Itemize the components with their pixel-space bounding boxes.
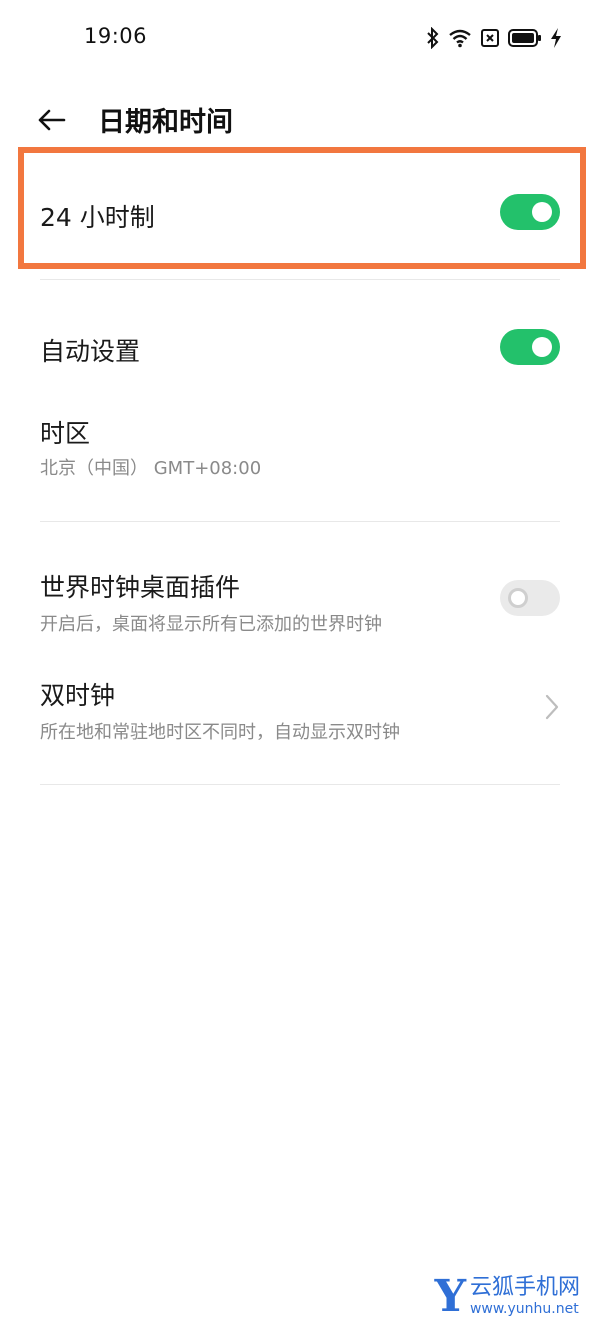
status-icons bbox=[426, 26, 562, 50]
dual-clock-description: 所在地和常驻地时区不同时，自动显示双时钟 bbox=[40, 722, 400, 743]
timezone-label: 时区 bbox=[40, 419, 91, 448]
back-button[interactable] bbox=[34, 102, 70, 138]
sim-off-icon bbox=[480, 28, 500, 48]
wifi-icon bbox=[448, 28, 472, 48]
world-clock-widget-toggle[interactable] bbox=[500, 580, 560, 616]
arrow-left-icon bbox=[34, 109, 70, 142]
watermark: Y 云狐手机网 www.yunhu.net bbox=[434, 1271, 580, 1322]
hour24-row[interactable]: 24 小时制 bbox=[0, 160, 600, 260]
divider bbox=[40, 784, 560, 785]
bluetooth-icon bbox=[426, 27, 440, 49]
divider bbox=[40, 279, 560, 280]
header: 日期和时间 bbox=[0, 90, 600, 150]
auto-set-label: 自动设置 bbox=[40, 337, 141, 366]
toggle-knob bbox=[532, 337, 552, 357]
toggle-knob bbox=[508, 588, 528, 608]
watermark-url: www.yunhu.net bbox=[469, 1301, 579, 1317]
page-title: 日期和时间 bbox=[98, 107, 233, 138]
auto-set-toggle[interactable] bbox=[500, 329, 560, 365]
watermark-text: 云狐手机网 www.yunhu.net bbox=[470, 1275, 580, 1317]
world-clock-widget-description: 开启后，桌面将显示所有已添加的世界时钟 bbox=[40, 614, 382, 635]
world-clock-widget-label: 世界时钟桌面插件 bbox=[40, 573, 241, 602]
status-bar: 19:06 bbox=[0, 0, 600, 76]
hour24-toggle[interactable] bbox=[500, 194, 560, 230]
battery-icon bbox=[508, 28, 542, 48]
chevron-right-icon bbox=[544, 693, 560, 721]
dual-clock-row[interactable]: 双时钟 所在地和常驻地时区不同时，自动显示双时钟 bbox=[0, 660, 600, 760]
timezone-value: 北京（中国） GMT+08:00 bbox=[40, 458, 262, 479]
watermark-logo: Y bbox=[434, 1271, 466, 1322]
toggle-knob bbox=[532, 202, 552, 222]
status-time: 19:06 bbox=[84, 24, 148, 48]
hour24-label: 24 小时制 bbox=[40, 203, 155, 232]
charging-icon bbox=[550, 27, 562, 49]
divider bbox=[40, 521, 560, 522]
watermark-title: 云狐手机网 bbox=[469, 1275, 580, 1300]
dual-clock-label: 双时钟 bbox=[40, 681, 116, 710]
auto-set-row[interactable]: 自动设置 bbox=[0, 310, 600, 384]
world-clock-widget-row[interactable]: 世界时钟桌面插件 开启后，桌面将显示所有已添加的世界时钟 bbox=[0, 550, 600, 650]
timezone-row[interactable]: 时区 北京（中国） GMT+08:00 bbox=[0, 396, 600, 496]
